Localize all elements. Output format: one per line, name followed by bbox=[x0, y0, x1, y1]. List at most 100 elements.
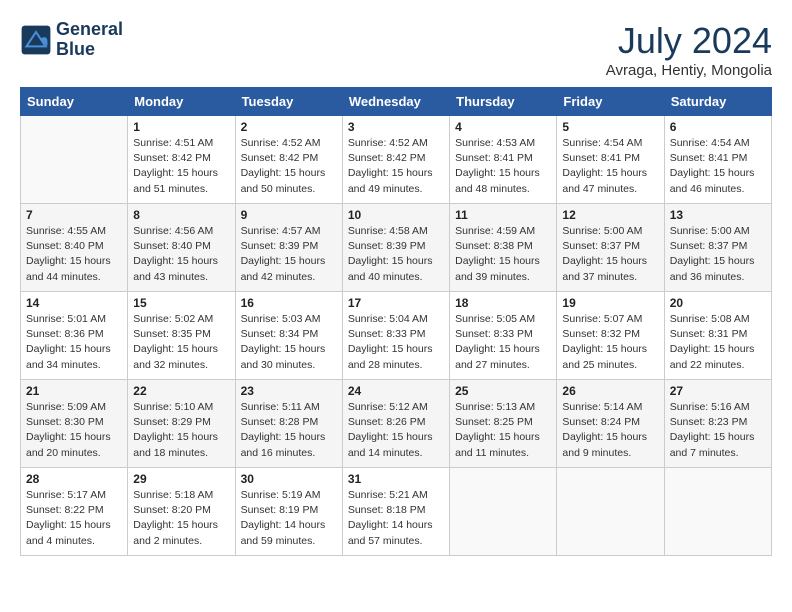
day-number: 6 bbox=[670, 120, 766, 134]
week-row-2: 7 Sunrise: 4:55 AMSunset: 8:40 PMDaylight… bbox=[21, 204, 772, 292]
day-number: 16 bbox=[241, 296, 337, 310]
day-number: 20 bbox=[670, 296, 766, 310]
calendar-cell: 10 Sunrise: 4:58 AMSunset: 8:39 PMDayligh… bbox=[342, 204, 449, 292]
calendar-subtitle: Avraga, Hentiy, Mongolia bbox=[606, 62, 772, 79]
calendar-cell: 2Sunrise: 4:52 AMSunset: 8:42 PMDaylight… bbox=[235, 116, 342, 204]
calendar-cell: 3 Sunrise: 4:52 AMSunset: 8:42 PMDaylight… bbox=[342, 116, 449, 204]
day-info: Sunrise: 4:51 AMSunset: 8:42 PMDaylight:… bbox=[133, 136, 229, 197]
calendar-cell: 16 Sunrise: 5:03 AMSunset: 8:34 PMDayligh… bbox=[235, 292, 342, 380]
header-day-saturday: Saturday bbox=[664, 88, 771, 116]
day-number: 8 bbox=[133, 208, 229, 222]
day-info: Sunrise: 5:00 AMSunset: 8:37 PMDaylight:… bbox=[562, 224, 658, 285]
day-info: Sunrise: 5:01 AMSunset: 8:36 PMDaylight:… bbox=[26, 312, 122, 373]
header-day-monday: Monday bbox=[128, 88, 235, 116]
calendar-cell: 12 Sunrise: 5:00 AMSunset: 8:37 PMDayligh… bbox=[557, 204, 664, 292]
calendar-cell: 20 Sunrise: 5:08 AMSunset: 8:31 PMDayligh… bbox=[664, 292, 771, 380]
day-info: Sunrise: 5:04 AMSunset: 8:33 PMDaylight:… bbox=[348, 312, 444, 373]
day-info: Sunrise: 4:52 AMSunset: 8:42 PMDaylight:… bbox=[348, 136, 444, 197]
day-info: Sunrise: 5:13 AMSunset: 8:25 PMDaylight:… bbox=[455, 400, 551, 461]
week-row-1: 1 Sunrise: 4:51 AMSunset: 8:42 PMDaylight… bbox=[21, 116, 772, 204]
calendar-cell: 14Sunrise: 5:01 AMSunset: 8:36 PMDayligh… bbox=[21, 292, 128, 380]
week-row-3: 14Sunrise: 5:01 AMSunset: 8:36 PMDayligh… bbox=[21, 292, 772, 380]
day-number: 1 bbox=[133, 120, 229, 134]
day-number: 19 bbox=[562, 296, 658, 310]
day-number: 7 bbox=[26, 208, 122, 222]
day-info: Sunrise: 4:57 AMSunset: 8:39 PMDaylight:… bbox=[241, 224, 337, 285]
header-day-wednesday: Wednesday bbox=[342, 88, 449, 116]
calendar-cell: 4 Sunrise: 4:53 AMSunset: 8:41 PMDaylight… bbox=[450, 116, 557, 204]
calendar-cell: 22 Sunrise: 5:10 AMSunset: 8:29 PMDayligh… bbox=[128, 380, 235, 468]
day-info: Sunrise: 5:16 AMSunset: 8:23 PMDaylight:… bbox=[670, 400, 766, 461]
calendar-cell: 17 Sunrise: 5:04 AMSunset: 8:33 PMDayligh… bbox=[342, 292, 449, 380]
calendar-table: SundayMondayTuesdayWednesdayThursdayFrid… bbox=[20, 87, 772, 556]
day-info: Sunrise: 5:18 AMSunset: 8:20 PMDaylight:… bbox=[133, 488, 229, 549]
day-info: Sunrise: 5:05 AMSunset: 8:33 PMDaylight:… bbox=[455, 312, 551, 373]
day-number: 17 bbox=[348, 296, 444, 310]
calendar-cell: 18Sunrise: 5:05 AMSunset: 8:33 PMDayligh… bbox=[450, 292, 557, 380]
day-number: 26 bbox=[562, 384, 658, 398]
header-day-thursday: Thursday bbox=[450, 88, 557, 116]
calendar-cell: 23 Sunrise: 5:11 AMSunset: 8:28 PMDayligh… bbox=[235, 380, 342, 468]
calendar-cell: 13Sunrise: 5:00 AMSunset: 8:37 PMDayligh… bbox=[664, 204, 771, 292]
day-number: 3 bbox=[348, 120, 444, 134]
day-number: 9 bbox=[241, 208, 337, 222]
day-info: Sunrise: 5:08 AMSunset: 8:31 PMDaylight:… bbox=[670, 312, 766, 373]
day-info: Sunrise: 4:56 AMSunset: 8:40 PMDaylight:… bbox=[133, 224, 229, 285]
day-info: Sunrise: 4:53 AMSunset: 8:41 PMDaylight:… bbox=[455, 136, 551, 197]
day-number: 2 bbox=[241, 120, 337, 134]
calendar-cell bbox=[450, 468, 557, 556]
day-number: 24 bbox=[348, 384, 444, 398]
day-info: Sunrise: 4:58 AMSunset: 8:39 PMDaylight:… bbox=[348, 224, 444, 285]
day-number: 25 bbox=[455, 384, 551, 398]
calendar-cell: 27 Sunrise: 5:16 AMSunset: 8:23 PMDayligh… bbox=[664, 380, 771, 468]
calendar-cell: 21Sunrise: 5:09 AMSunset: 8:30 PMDayligh… bbox=[21, 380, 128, 468]
day-info: Sunrise: 4:54 AMSunset: 8:41 PMDaylight:… bbox=[670, 136, 766, 197]
day-info: Sunrise: 5:12 AMSunset: 8:26 PMDaylight:… bbox=[348, 400, 444, 461]
day-info: Sunrise: 5:00 AMSunset: 8:37 PMDaylight:… bbox=[670, 224, 766, 285]
day-info: Sunrise: 5:09 AMSunset: 8:30 PMDaylight:… bbox=[26, 400, 122, 461]
calendar-cell: 6 Sunrise: 4:54 AMSunset: 8:41 PMDaylight… bbox=[664, 116, 771, 204]
calendar-cell: 31 Sunrise: 5:21 AMSunset: 8:18 PMDayligh… bbox=[342, 468, 449, 556]
calendar-cell: 8 Sunrise: 4:56 AMSunset: 8:40 PMDaylight… bbox=[128, 204, 235, 292]
day-info: Sunrise: 5:03 AMSunset: 8:34 PMDaylight:… bbox=[241, 312, 337, 373]
day-info: Sunrise: 5:10 AMSunset: 8:29 PMDaylight:… bbox=[133, 400, 229, 461]
day-number: 31 bbox=[348, 472, 444, 486]
calendar-body: 1 Sunrise: 4:51 AMSunset: 8:42 PMDaylight… bbox=[21, 116, 772, 556]
day-number: 10 bbox=[348, 208, 444, 222]
day-number: 5 bbox=[562, 120, 658, 134]
calendar-cell: 29 Sunrise: 5:18 AMSunset: 8:20 PMDayligh… bbox=[128, 468, 235, 556]
logo-text: General Blue bbox=[56, 20, 123, 60]
day-info: Sunrise: 4:55 AMSunset: 8:40 PMDaylight:… bbox=[26, 224, 122, 285]
header-day-sunday: Sunday bbox=[21, 88, 128, 116]
calendar-cell bbox=[664, 468, 771, 556]
day-number: 23 bbox=[241, 384, 337, 398]
calendar-title: July 2024 bbox=[606, 20, 772, 62]
logo: General Blue bbox=[20, 20, 123, 60]
day-number: 22 bbox=[133, 384, 229, 398]
week-row-4: 21Sunrise: 5:09 AMSunset: 8:30 PMDayligh… bbox=[21, 380, 772, 468]
day-info: Sunrise: 5:07 AMSunset: 8:32 PMDaylight:… bbox=[562, 312, 658, 373]
day-number: 12 bbox=[562, 208, 658, 222]
day-info: Sunrise: 4:59 AMSunset: 8:38 PMDaylight:… bbox=[455, 224, 551, 285]
week-row-5: 28Sunrise: 5:17 AMSunset: 8:22 PMDayligh… bbox=[21, 468, 772, 556]
day-number: 15 bbox=[133, 296, 229, 310]
day-info: Sunrise: 5:02 AMSunset: 8:35 PMDaylight:… bbox=[133, 312, 229, 373]
calendar-cell: 26Sunrise: 5:14 AMSunset: 8:24 PMDayligh… bbox=[557, 380, 664, 468]
day-number: 27 bbox=[670, 384, 766, 398]
calendar-cell: 5Sunrise: 4:54 AMSunset: 8:41 PMDaylight… bbox=[557, 116, 664, 204]
day-number: 11 bbox=[455, 208, 551, 222]
calendar-cell: 30Sunrise: 5:19 AMSunset: 8:19 PMDayligh… bbox=[235, 468, 342, 556]
calendar-cell: 7 Sunrise: 4:55 AMSunset: 8:40 PMDaylight… bbox=[21, 204, 128, 292]
logo-line2: Blue bbox=[56, 40, 123, 60]
calendar-cell: 11 Sunrise: 4:59 AMSunset: 8:38 PMDayligh… bbox=[450, 204, 557, 292]
day-number: 30 bbox=[241, 472, 337, 486]
day-number: 4 bbox=[455, 120, 551, 134]
calendar-cell: 1 Sunrise: 4:51 AMSunset: 8:42 PMDaylight… bbox=[128, 116, 235, 204]
logo-icon bbox=[20, 24, 52, 56]
calendar-header-row: SundayMondayTuesdayWednesdayThursdayFrid… bbox=[21, 88, 772, 116]
calendar-cell bbox=[21, 116, 128, 204]
day-number: 29 bbox=[133, 472, 229, 486]
calendar-cell bbox=[557, 468, 664, 556]
day-info: Sunrise: 5:21 AMSunset: 8:18 PMDaylight:… bbox=[348, 488, 444, 549]
day-info: Sunrise: 5:11 AMSunset: 8:28 PMDaylight:… bbox=[241, 400, 337, 461]
